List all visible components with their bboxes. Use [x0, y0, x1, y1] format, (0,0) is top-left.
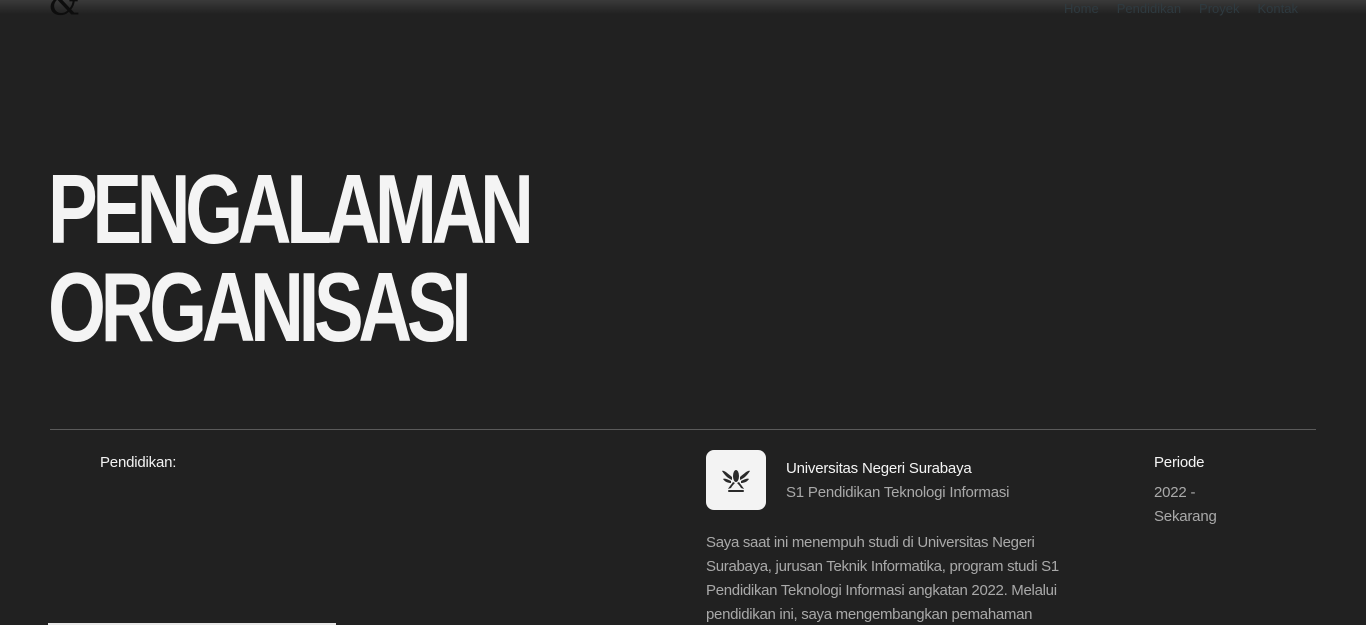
top-nav: Home Pendidikan Proyek Kontak [1064, 0, 1298, 18]
education-section-label: Pendidikan: [100, 454, 177, 471]
page-title: PENGALAMAN ORGANISASI [48, 154, 534, 362]
page-title-line-1: PENGALAMAN [48, 154, 534, 264]
site-logo[interactable]: & [48, 0, 80, 22]
nav-link-proyek[interactable]: Proyek [1199, 0, 1239, 18]
nav-link-kontak[interactable]: Kontak [1258, 0, 1298, 18]
institution-name: Universitas Negeri Surabaya [786, 460, 972, 477]
university-emblem-icon [706, 450, 766, 510]
emblem-svg [722, 470, 750, 492]
nav-link-pendidikan[interactable]: Pendidikan [1117, 0, 1181, 18]
nav-link-home[interactable]: Home [1064, 0, 1099, 18]
page-title-line-2: ORGANISASI [48, 252, 472, 362]
period-label: Periode [1154, 454, 1205, 471]
section-divider [50, 429, 1316, 430]
education-description: Saya saat ini menempuh studi di Universi… [706, 534, 1059, 623]
period-value: 2022 - Sekarang [1154, 484, 1217, 525]
page: & Home Pendidikan Proyek Kontak PENGALAM… [0, 0, 1366, 625]
study-program: S1 Pendidikan Teknologi Informasi [786, 484, 1010, 501]
